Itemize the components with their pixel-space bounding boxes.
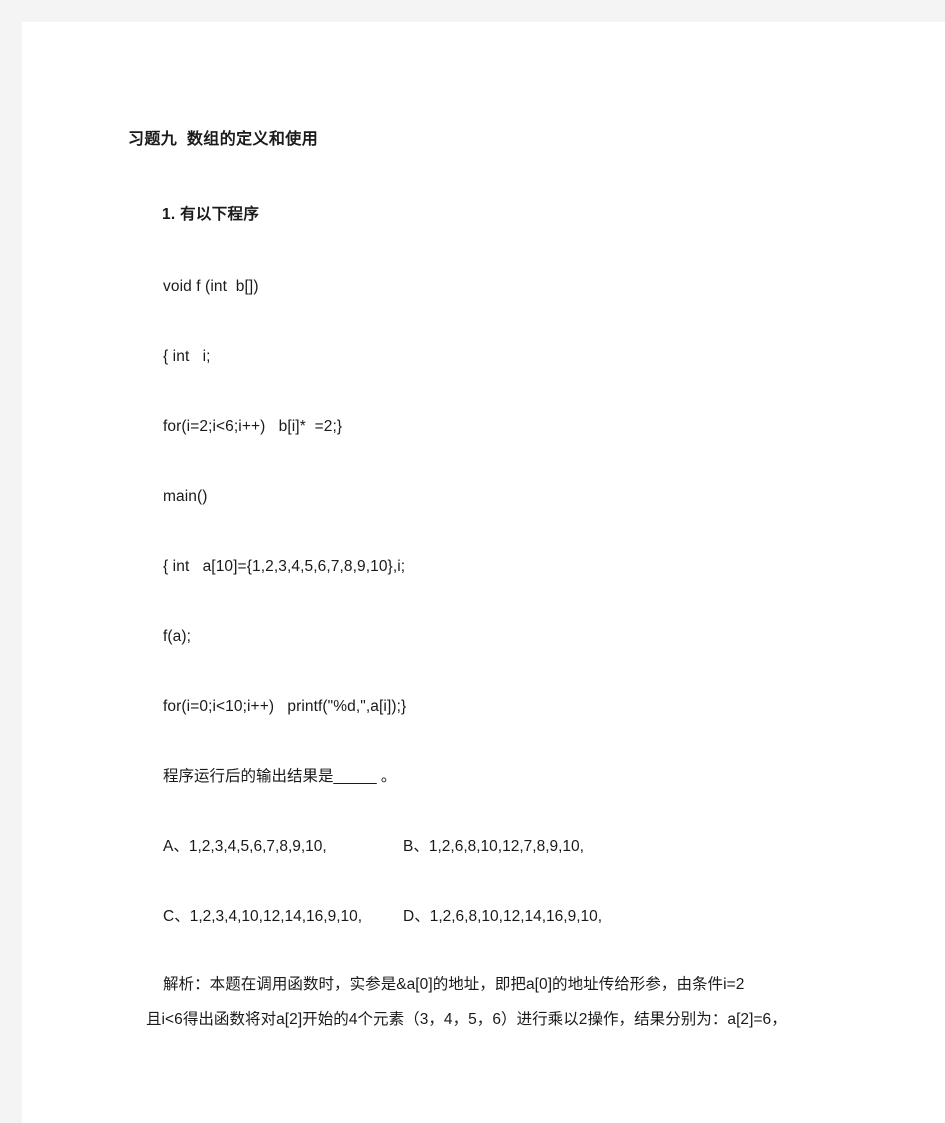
option-b-key: B、: [403, 838, 429, 855]
option-a-text: 1,2,3,4,5,6,7,8,9,10,: [188, 838, 327, 855]
code-line-4: main(): [163, 488, 208, 505]
option-d-key: D、: [403, 908, 430, 925]
option-c[interactable]: C、1,2,3,4,10,12,14,16,9,10,: [163, 909, 362, 925]
code-line-5: { int a[10]={1,2,3,4,5,6,7,8,9,10},i;: [163, 558, 406, 575]
option-b-text: 1,2,6,8,10,12,7,8,9,10,: [428, 838, 584, 855]
option-d[interactable]: D、1,2,6,8,10,12,14,16,9,10,: [403, 909, 602, 925]
option-c-key: C、: [163, 908, 190, 925]
explanation-line-1: 解析：本题在调用函数时，实参是&a[0]的地址，即把a[0]的地址传给形参，由条…: [163, 976, 745, 993]
question-prompt: 程序运行后的输出结果是_____ 。: [163, 768, 397, 785]
code-line-2: { int i;: [163, 348, 211, 365]
code-line-6: f(a);: [163, 628, 192, 645]
document-page: 习题九 数组的定义和使用 1. 有以下程序 void f (int b[]) {…: [22, 22, 945, 1123]
explanation-line-2: 且i<6得出函数将对a[2]开始的4个元素（3，4，5，6）进行乘以2操作，结果…: [146, 1011, 787, 1028]
option-a[interactable]: A、1,2,3,4,5,6,7,8,9,10,: [163, 839, 327, 855]
document-body: 习题九 数组的定义和使用 1. 有以下程序 void f (int b[]) {…: [22, 22, 945, 1123]
option-b[interactable]: B、1,2,6,8,10,12,7,8,9,10,: [403, 839, 584, 855]
code-line-3: for(i=2;i<6;i++) b[i]* =2;}: [163, 418, 343, 435]
option-c-text: 1,2,3,4,10,12,14,16,9,10,: [189, 908, 363, 925]
page-title: 习题九 数组的定义和使用: [128, 131, 319, 148]
code-line-7: for(i=0;i<10;i++) printf("%d,",a[i]);}: [163, 698, 407, 715]
question-heading: 1. 有以下程序: [162, 206, 260, 223]
option-a-key: A、: [163, 838, 189, 855]
option-d-text: 1,2,6,8,10,12,14,16,9,10,: [429, 908, 603, 925]
code-line-1: void f (int b[]): [163, 278, 259, 295]
